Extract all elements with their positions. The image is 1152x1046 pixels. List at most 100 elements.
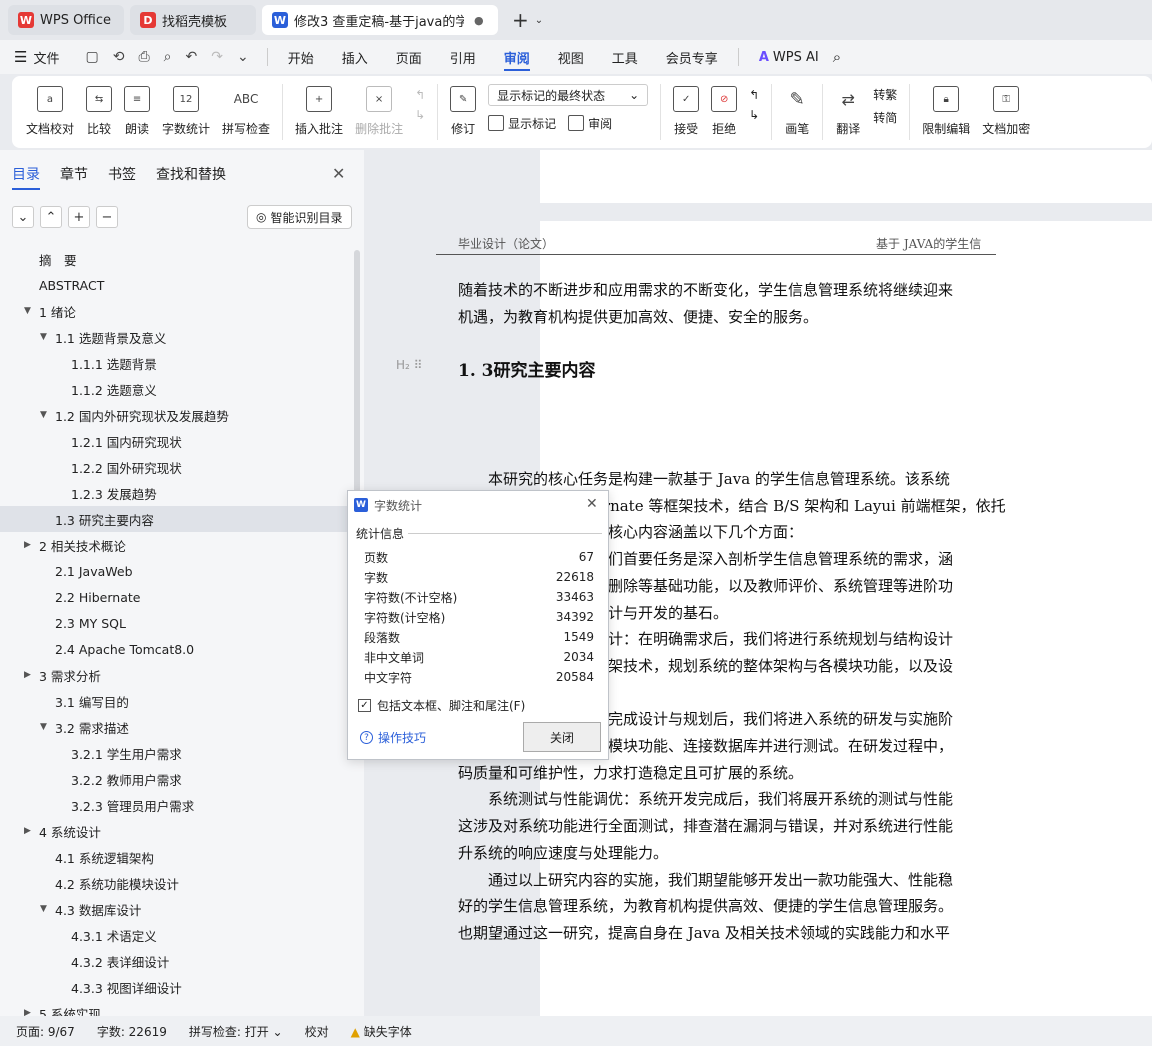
- toc-item[interactable]: 2.1 JavaWeb: [0, 558, 350, 584]
- tips-link[interactable]: ? 操作技巧: [360, 729, 426, 746]
- menu-wps-ai[interactable]: A WPS AI: [745, 40, 833, 74]
- toc-item[interactable]: 4.2 系统功能模块设计: [0, 870, 350, 896]
- toc-item[interactable]: 1.3 研究主要内容: [0, 506, 350, 532]
- menu-references[interactable]: 引用: [436, 40, 490, 74]
- expand-right-icon[interactable]: ▶: [24, 826, 31, 836]
- toc-item[interactable]: ▼ 1.1 选题背景及意义: [0, 324, 350, 350]
- proof-button[interactable]: 校对: [305, 1023, 329, 1040]
- toc-item[interactable]: ▼ 1.2 国内外研究现状及发展趋势: [0, 402, 350, 428]
- menu-home[interactable]: 开始: [274, 40, 328, 74]
- toc-item[interactable]: 1.2.2 国外研究现状: [0, 454, 350, 480]
- save-icon[interactable]: ▢: [85, 49, 98, 65]
- toc-item[interactable]: ▶ 4 系统设计: [0, 818, 350, 844]
- print-icon[interactable]: ⎙: [138, 49, 149, 65]
- page-indicator[interactable]: 页面: 9/67: [16, 1023, 75, 1040]
- track-changes-button[interactable]: ✎ 修订: [444, 84, 482, 137]
- menu-page[interactable]: 页面: [382, 40, 436, 74]
- chevron-up-icon[interactable]: ⌃: [40, 206, 62, 228]
- spell-check-status[interactable]: 拼写检查: 打开 ⌄: [189, 1023, 283, 1040]
- pen-button[interactable]: ✎ 画笔: [778, 84, 816, 137]
- share-icon[interactable]: ⟲: [113, 49, 125, 65]
- chevron-down-icon[interactable]: ⌄: [535, 15, 543, 26]
- close-button[interactable]: 关闭: [523, 722, 601, 752]
- tab-docer[interactable]: D 找稻壳模板: [130, 5, 256, 35]
- redo-icon[interactable]: ↷: [211, 49, 223, 65]
- delete-comment-button[interactable]: × 删除批注: [349, 84, 409, 137]
- include-textbox-checkbox[interactable]: ✓ 包括文本框、脚注和尾注(F): [358, 697, 525, 714]
- chevron-down-icon[interactable]: ⌄: [237, 49, 249, 65]
- to-traditional-button[interactable]: 转繁: [873, 86, 897, 103]
- translate-button[interactable]: ⇄ 翻译: [829, 84, 867, 137]
- compare-button[interactable]: ⇆ 比较: [80, 84, 118, 137]
- next-comment-icon[interactable]: ↳: [415, 108, 425, 122]
- accept-button[interactable]: ✓ 接受: [667, 84, 705, 137]
- heading-marker[interactable]: H₂ ⠿: [396, 358, 422, 372]
- toc-item[interactable]: 2.4 Apache Tomcat8.0: [0, 636, 350, 662]
- toc-item[interactable]: 4.1 系统逻辑架构: [0, 844, 350, 870]
- reject-button[interactable]: ⊘ 拒绝: [705, 84, 743, 137]
- toc-item[interactable]: ▼ 3.2 需求描述: [0, 714, 350, 740]
- toc-item[interactable]: 1.2.3 发展趋势: [0, 480, 350, 506]
- toc-item[interactable]: 摘 要: [0, 246, 350, 272]
- menu-view[interactable]: 视图: [544, 40, 598, 74]
- toc-item[interactable]: 2.3 MY SQL: [0, 610, 350, 636]
- expand-down-icon[interactable]: ▼: [24, 306, 31, 316]
- menu-member[interactable]: 会员专享: [652, 40, 732, 74]
- minus-icon[interactable]: −: [96, 206, 118, 228]
- tab-document[interactable]: W 修改3 查重定稿-基于java的学 ●: [262, 5, 498, 35]
- new-tab-icon[interactable]: +: [512, 8, 529, 32]
- missing-font-button[interactable]: ▲ 缺失字体: [351, 1023, 412, 1040]
- hamburger-icon[interactable]: ☰: [14, 48, 27, 66]
- toc-item[interactable]: 4.3.1 术语定义: [0, 922, 350, 948]
- toc-item[interactable]: ▶ 2 相关技术概论: [0, 532, 350, 558]
- toc-item[interactable]: 4.3.2 表详细设计: [0, 948, 350, 974]
- expand-right-icon[interactable]: ▶: [24, 670, 31, 680]
- menu-review[interactable]: 审阅: [490, 40, 544, 74]
- expand-right-icon[interactable]: ▶: [24, 540, 31, 550]
- markup-state-select[interactable]: 显示标记的最终状态 ⌄: [488, 84, 649, 106]
- tab-bookmarks[interactable]: 书签: [108, 164, 136, 190]
- read-aloud-button[interactable]: ≡ 朗读: [118, 84, 156, 137]
- expand-down-icon[interactable]: ▼: [40, 410, 47, 420]
- close-icon[interactable]: ✕: [332, 164, 345, 183]
- expand-down-icon[interactable]: ▼: [40, 904, 47, 914]
- menu-file[interactable]: 文件: [33, 48, 59, 67]
- previous-change-icon[interactable]: ↰: [749, 88, 759, 102]
- toc-item[interactable]: 3.2.3 管理员用户需求: [0, 792, 350, 818]
- chevron-down-icon[interactable]: ⌄: [12, 206, 34, 228]
- toc-item[interactable]: ABSTRACT: [0, 272, 350, 298]
- spell-check-button[interactable]: ABC 拼写检查: [216, 84, 276, 137]
- tab-chapters[interactable]: 章节: [60, 164, 88, 190]
- menu-tools[interactable]: 工具: [598, 40, 652, 74]
- toc-item[interactable]: 3.1 编写目的: [0, 688, 350, 714]
- toc-item[interactable]: 3.2.1 学生用户需求: [0, 740, 350, 766]
- to-simplified-button[interactable]: 转简: [873, 109, 897, 126]
- expand-down-icon[interactable]: ▼: [40, 332, 47, 342]
- toc-item[interactable]: 1.1.2 选题意义: [0, 376, 350, 402]
- tab-toc[interactable]: 目录: [12, 164, 40, 190]
- close-icon[interactable]: ✕: [586, 496, 598, 512]
- show-markup-button[interactable]: 显示标记: [508, 115, 556, 132]
- toc-item[interactable]: ▼ 4.3 数据库设计: [0, 896, 350, 922]
- previous-comment-icon[interactable]: ↰: [415, 88, 425, 102]
- proofread-button[interactable]: a 文档校对: [20, 84, 80, 137]
- menu-insert[interactable]: 插入: [328, 40, 382, 74]
- close-tab-icon[interactable]: ●: [474, 14, 484, 27]
- smart-toc-button[interactable]: ◎ 智能识别目录: [247, 205, 352, 229]
- doc-encrypt-button[interactable]: ⚿ 文档加密: [976, 84, 1036, 137]
- add-icon[interactable]: +: [68, 206, 90, 228]
- tab-wps-office[interactable]: W WPS Office: [8, 5, 124, 35]
- toc-item[interactable]: 1.2.1 国内研究现状: [0, 428, 350, 454]
- review-pane-button[interactable]: 审阅: [588, 115, 612, 132]
- toc-item[interactable]: ▶ 3 需求分析: [0, 662, 350, 688]
- restrict-edit-button[interactable]: 🔒︎ 限制编辑: [916, 84, 976, 137]
- undo-icon[interactable]: ↶: [185, 49, 197, 65]
- toc-item[interactable]: 3.2.2 教师用户需求: [0, 766, 350, 792]
- toc-item[interactable]: 2.2 Hibernate: [0, 584, 350, 610]
- word-count-button[interactable]: 12 字数统计: [156, 84, 216, 137]
- word-count-indicator[interactable]: 字数: 22619: [97, 1023, 167, 1040]
- insert-comment-button[interactable]: + 插入批注: [289, 84, 349, 137]
- toc-item[interactable]: 4.3.3 视图详细设计: [0, 974, 350, 1000]
- print-preview-icon[interactable]: ⌕: [164, 49, 172, 65]
- expand-down-icon[interactable]: ▼: [40, 722, 47, 732]
